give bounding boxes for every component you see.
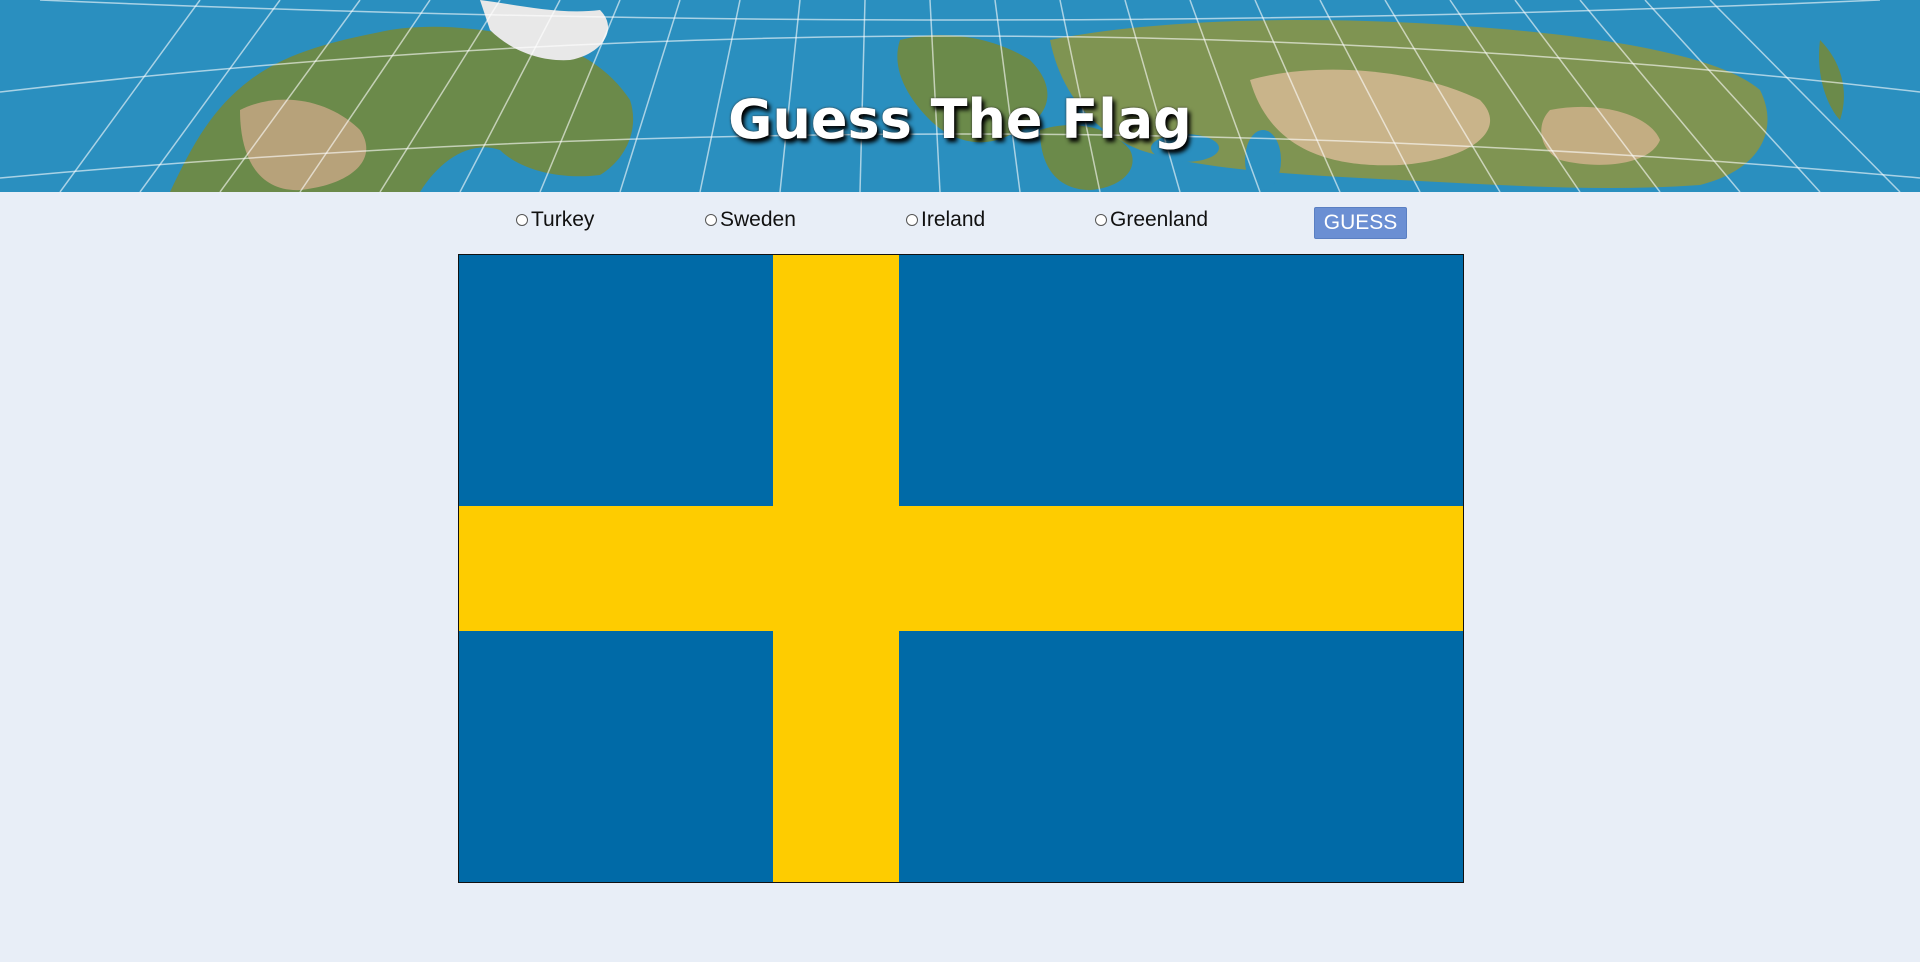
option-label: Turkey [531,208,595,231]
option-label: Ireland [921,208,986,231]
radio-button-greenland[interactable] [1095,214,1107,226]
option-sweden[interactable]: Sweden [705,208,796,232]
option-label: Greenland [1110,208,1209,231]
world-map-banner: Guess The Flag [0,0,1920,192]
flag-cross-horizontal [459,506,1463,631]
radio-button-ireland[interactable] [906,214,918,226]
guess-button[interactable]: GUESS [1314,207,1407,239]
option-ireland[interactable]: Ireland [906,208,985,232]
option-label: Sweden [720,208,796,231]
option-greenland[interactable]: Greenland [1095,208,1208,232]
answer-options: Turkey Sweden Ireland Greenland GUESS [0,204,1920,244]
option-turkey[interactable]: Turkey [516,208,594,232]
page-title: Guess The Flag [728,88,1192,151]
radio-button-sweden[interactable] [705,214,717,226]
flag-image [458,254,1464,883]
radio-button-turkey[interactable] [516,214,528,226]
